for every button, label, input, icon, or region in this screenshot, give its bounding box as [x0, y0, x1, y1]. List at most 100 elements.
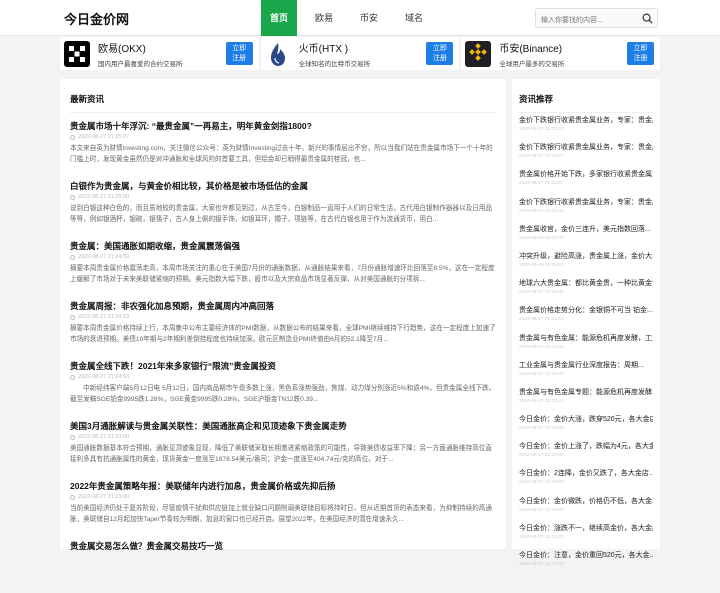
- list-item: 贵金属全线下跌！2021年来多家银行“限流”贵金属投资 2022-08-27 21…: [70, 353, 496, 413]
- recommend-title[interactable]: 今日金价：金价大涨，跌穿520元，各大金店...: [519, 415, 653, 425]
- article-meta: 2022-08-27 21:23:00: [70, 493, 496, 501]
- article-meta: 2022-08-27 21:24:53: [70, 373, 496, 381]
- recommend-title[interactable]: 贵金属与有色金属专题：能源危机再度发酵...: [519, 388, 653, 398]
- recommend-title[interactable]: 贵金属收官，金价三连升，美元指数回落...: [519, 225, 653, 235]
- recommend-title[interactable]: 金价下跌银行收紧贵金属业务，专家：贵金属...: [519, 116, 653, 126]
- search-input[interactable]: [536, 11, 636, 30]
- nav-home[interactable]: 首页: [261, 0, 298, 36]
- list-item: 贵金属交易怎么做？贵金属交易技巧一览: [70, 533, 496, 593]
- exchange-desc: 全球用户最多的交易所: [499, 60, 565, 68]
- register-button-okx[interactable]: 立即 注册: [225, 42, 253, 65]
- top-bar: 今日金价网 首页 欧易 币安 域名: [0, 0, 720, 36]
- recommend-date: 2022-08-27 21:23:00: [519, 480, 564, 486]
- recommend-list: 金价下跌银行收紧贵金属业务，专家：贵金属... 2022-08-27 21:22:…: [519, 113, 653, 575]
- list-item: 贵金属周报：非农强化加息预期，贵金属周内冲高回落 2022-08-27 21:24…: [70, 293, 496, 353]
- recommend-date: 2022-08-27 21:23:00: [519, 453, 564, 459]
- list-item: 今日金价：金价微跌，价格仍不低，各大金... 2022-08-27 21:23:0…: [519, 494, 653, 521]
- recommend-date: 2022-08-27 21:23:27: [519, 154, 564, 160]
- exchange-name: 欧易(OKX): [98, 43, 146, 55]
- recommend-title[interactable]: 金价下跌银行收紧贵金属业务，专家：贵金属...: [519, 143, 653, 153]
- clock-icon: [70, 134, 75, 140]
- exchange-card-htx[interactable]: 火币(HTX ) 全球知名的比特币交易所 立即 注册: [260, 37, 460, 70]
- recommend-title[interactable]: 贵金属价格开始下跌，多家银行收紧贵金属业务...: [519, 170, 653, 180]
- register-label-2: 注册: [232, 54, 247, 62]
- register-label-2: 注册: [432, 54, 447, 62]
- exchange-name: 币安(Binance): [499, 43, 563, 55]
- recommend-title[interactable]: 贵金属价格走势分化：金银铜不可当 铂金...: [519, 306, 653, 316]
- article-meta: 2022-08-27 21:23:00: [70, 433, 496, 441]
- okx-logo-icon: [64, 40, 90, 67]
- recommend-title[interactable]: 今日金价：2连降，金价又跌了，各大金店...: [519, 469, 653, 479]
- list-item: 今日金价：金价大涨，跌穿520元，各大金店... 2022-08-27 21:23…: [519, 412, 653, 439]
- exchange-cards: 欧易(OKX) 国内用户最喜爱的合约交易所 立即 注册 火币(HTX ) 全球知…: [60, 37, 661, 70]
- nav-binance[interactable]: 币安: [351, 0, 387, 36]
- article-title[interactable]: 贵金属交易怎么做？贵金属交易技巧一览: [70, 540, 496, 552]
- recommend-date: 2022-08-27 21:23:00: [519, 507, 564, 513]
- recommend-date: 2022-08-27 21:24:04: [519, 344, 564, 350]
- recommend-title[interactable]: 贵金属与有色金属：能源危机再度发酵，工业...: [519, 334, 653, 344]
- register-button-htx[interactable]: 立即 注册: [426, 42, 454, 65]
- article-meta: 2022-08-27 21:24:59: [70, 253, 496, 261]
- recommend-title[interactable]: 金价下跌银行收紧贵金属业务，专家：贵金属...: [519, 198, 653, 208]
- article-date: 2022-08-27 21:23:00: [78, 494, 130, 500]
- article-meta: 2022-08-27 21:24:53: [70, 313, 496, 321]
- exchange-desc: 国内用户最喜爱的合约交易所: [98, 60, 183, 68]
- list-item: 贵金属市场十年浮沉: “最贵金属”一再易主，明年黄金剑指1800? 2022-08…: [70, 113, 496, 173]
- recommend-date: 2022-08-27 21:23:41: [519, 398, 564, 404]
- article-title[interactable]: 贵金属市场十年浮沉: “最贵金属”一再易主，明年黄金剑指1800?: [70, 120, 496, 132]
- list-item: 贵金属价格开始下跌，多家银行收紧贵金属业务...2022-08-27 21:23…: [519, 167, 653, 194]
- recommend-title[interactable]: 今日金价：注意，金价重回520元，各大金...: [519, 551, 653, 561]
- register-label-1: 立即: [232, 44, 247, 52]
- recommend-date: 2022-08-27 21:22:40: [519, 127, 564, 132]
- recommend-title[interactable]: 地球六大贵金属：都比黄金贵，一种比黄金贵...: [519, 279, 653, 289]
- article-title[interactable]: 贵金属周报：非农强化加息预期，贵金属周内冲高回落: [70, 300, 496, 312]
- article-title[interactable]: 贵金属：美国通胀如期收缩，贵金属震荡偏强: [70, 240, 496, 252]
- list-item: 贵金属与有色金属：能源危机再度发酵，工业... 2022-08-27 21:24:…: [519, 331, 653, 358]
- register-button-binance[interactable]: 立即 注册: [627, 42, 655, 65]
- exchange-card-binance[interactable]: 币安(Binance) 全球用户最多的交易所 立即 注册: [461, 37, 661, 70]
- nav-domain[interactable]: 域名: [396, 0, 432, 36]
- recommend-date: 2022-08-27 21:21:48: [519, 208, 564, 214]
- list-item: 今日金价：注意，金价重回520元，各大金... 2022-08-27 21:23:…: [519, 548, 653, 575]
- list-item: 工业金属与贵金属行业深度报告：周期... 2022-08-27 21:23:48: [519, 358, 653, 385]
- article-title[interactable]: 美国3月通胀解读与贵金属关联性：美国通胀高企和见顶迹象下贵金属走势: [70, 420, 496, 432]
- recommend-panel: 资讯推荐 金价下跌银行收紧贵金属业务，专家：贵金属... 2022-08-27 2…: [512, 79, 660, 567]
- exchange-desc: 全球知名的比特币交易所: [298, 60, 371, 68]
- article-summary: 说到白银这种白色的，而且质地较的贵金属，大家也许都见到过，从古至今，白银制品一直…: [70, 205, 492, 223]
- recommend-title[interactable]: 今日金价：金价微跌，价格仍不低，各大金...: [519, 497, 653, 507]
- recommend-date: 2022-08-27 21:23:00: [519, 426, 564, 432]
- recommend-title[interactable]: 冲突升级，避险高涨，贵金属上涨，金价大...: [519, 252, 653, 262]
- recommend-title[interactable]: 今日金价：金价上涨了，跌幅为4元，各大金...: [519, 442, 653, 452]
- clock-icon: [70, 374, 75, 380]
- search-icon[interactable]: [642, 13, 653, 24]
- clock-icon: [70, 494, 75, 500]
- recommend-date: 2022-08-27 21:23:48: [519, 371, 564, 377]
- register-label-1: 立即: [633, 44, 648, 52]
- article-date: 2022-08-27 21:25:00: [78, 194, 130, 200]
- article-date: 2022-08-27 21:23:00: [78, 434, 130, 440]
- recommend-title[interactable]: 工业金属与贵金属行业深度报告：周期...: [519, 361, 653, 371]
- exchange-card-okx[interactable]: 欧易(OKX) 国内用户最喜爱的合约交易所 立即 注册: [60, 37, 259, 70]
- article-title[interactable]: 白银作为贵金属，与黄金价相比较，其价格是被市场低估的金属: [70, 180, 496, 192]
- article-date: 2022-08-27 21:25:37: [78, 134, 130, 140]
- article-title[interactable]: 贵金属全线下跌！2021年来多家银行“限流”贵金属投资: [70, 360, 496, 372]
- recommend-date: 2022-08-26 20:00:00: [519, 235, 564, 241]
- list-item: 今日金价：涨跌不一，继续高金价，各大金店... 2022-08-27 21:23:…: [519, 521, 653, 548]
- list-item: 金价下跌银行收紧贵金属业务，专家：贵金属... 2022-08-27 21:23:…: [519, 140, 653, 167]
- site-logo[interactable]: 今日金价网: [64, 9, 129, 28]
- exchange-name: 火币(HTX ): [298, 43, 349, 55]
- clock-icon: [70, 434, 75, 440]
- recommend-date: 2022-08-27 21:23:27: [519, 181, 564, 187]
- recommend-title[interactable]: 今日金价：涨跌不一，继续高金价，各大金店...: [519, 524, 653, 534]
- list-item: 2022年贵金属策略年报：美联储年内进行加息，贵金属价格或先抑后扬 2022-08…: [70, 473, 496, 533]
- list-item: 白银作为贵金属，与黄金价相比较，其价格是被市场低估的金属 2022-08-27 2…: [70, 173, 496, 233]
- list-item: 贵金属价格走势分化：金银铜不可当 铂金... 2022-08-27 21:24:4…: [519, 303, 653, 330]
- section-title: 资讯推荐: [519, 79, 653, 113]
- article-title[interactable]: 2022年贵金属策略年报：美联储年内进行加息，贵金属价格或先抑后扬: [70, 480, 496, 492]
- recommend-date: 2022-08-27 21:24:46: [519, 290, 564, 296]
- binance-logo-icon: [465, 40, 492, 67]
- list-item: 今日金价：2连降，金价又跌了，各大金店... 2022-08-27 21:23:0…: [519, 466, 653, 493]
- nav-okx[interactable]: 欧易: [306, 0, 342, 36]
- article-date: 2022-08-27 21:24:59: [78, 254, 130, 260]
- main-nav: 首页 欧易 币安 域名: [261, 0, 441, 36]
